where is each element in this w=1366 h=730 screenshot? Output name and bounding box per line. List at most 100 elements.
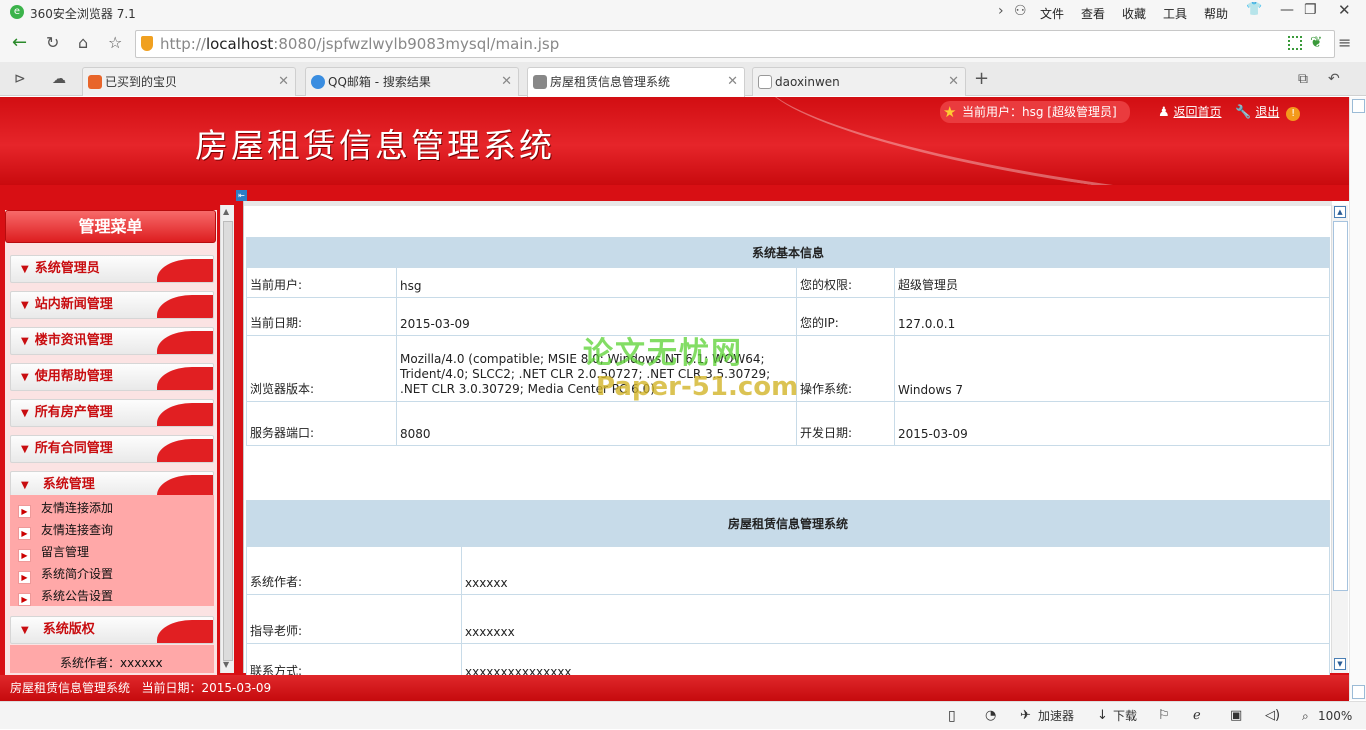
logout-link[interactable]: 退出 bbox=[1255, 105, 1279, 119]
home-icon[interactable]: ⌂ bbox=[78, 29, 88, 57]
scroll-down-icon[interactable]: ▼ bbox=[223, 660, 229, 669]
submenu-notice-settings[interactable]: ▶ 系统公告设置 bbox=[18, 586, 113, 606]
refresh-icon[interactable]: ↻ bbox=[46, 29, 59, 57]
browser-toolbar: ← ↻ ⌂ ☆ http://localhost:8080/jspfwzlwyl… bbox=[0, 26, 1366, 62]
url-host: localhost bbox=[205, 35, 274, 53]
maximize-button[interactable]: ❐ bbox=[1304, 2, 1317, 18]
star-icon[interactable]: ☆ bbox=[108, 29, 122, 57]
tab-rental-system[interactable]: 房屋租赁信息管理系统 ✕ bbox=[527, 67, 745, 97]
sidebar-item-label: 系统管理 bbox=[42, 477, 95, 492]
undo-close-icon[interactable]: ↶ bbox=[1328, 65, 1340, 93]
sidebar-item-news[interactable]: ▼ 站内新闻管理 bbox=[10, 291, 214, 319]
menu-help[interactable]: 帮助 bbox=[1204, 5, 1228, 22]
scroll-thumb[interactable] bbox=[223, 221, 233, 661]
sidebar-item-copyright[interactable]: ▼ 系统版权 bbox=[10, 616, 214, 644]
zoom-icon[interactable]: ⌕ bbox=[1302, 702, 1309, 730]
accelerator-label[interactable]: 加速器 bbox=[1038, 702, 1074, 730]
sidebar-item-property[interactable]: ▼ 所有房产管理 bbox=[10, 399, 214, 427]
download-icon[interactable]: ↓ bbox=[1097, 702, 1108, 730]
zoom-level[interactable]: 100% bbox=[1318, 702, 1352, 730]
triangle-down-icon: ▼ bbox=[21, 408, 29, 419]
scroll-thumb[interactable] bbox=[1352, 685, 1365, 699]
menu-favorites[interactable]: 收藏 bbox=[1122, 5, 1146, 22]
sidebar-item-contract[interactable]: ▼ 所有合同管理 bbox=[10, 435, 214, 463]
scroll-thumb[interactable] bbox=[1333, 221, 1348, 591]
leaf-icon[interactable]: ❦ bbox=[1310, 33, 1323, 51]
scroll-up-icon[interactable]: ▲ bbox=[1334, 206, 1346, 218]
google-icon bbox=[311, 75, 325, 89]
tab-label: QQ邮箱 - 搜索结果 bbox=[328, 75, 431, 89]
sidebar-item-help[interactable]: ▼ 使用帮助管理 bbox=[10, 363, 214, 391]
document-icon bbox=[758, 75, 772, 89]
close-tab-icon[interactable]: ✕ bbox=[948, 68, 959, 96]
current-user-label: 当前用户: bbox=[246, 267, 397, 298]
chevron-right-icon[interactable]: › bbox=[998, 3, 1004, 19]
system-info-table: 系统基本信息 当前用户: hsg 您的权限: 超级管理员 当前日期: 2015-… bbox=[246, 237, 1330, 446]
new-tab-icon[interactable]: + bbox=[974, 65, 989, 93]
sidebar-item-market[interactable]: ▼ 楼市资讯管理 bbox=[10, 327, 214, 355]
minimize-button[interactable]: — bbox=[1280, 2, 1294, 18]
menu-swoosh bbox=[157, 403, 213, 426]
mobile-icon[interactable]: ▯ bbox=[948, 702, 956, 730]
menu-swoosh bbox=[157, 439, 213, 462]
submenu-link-add[interactable]: ▶ 友情连接添加 bbox=[18, 498, 113, 518]
rights-value: 超级管理员 bbox=[894, 267, 1330, 298]
user-icon[interactable]: ⚇ bbox=[1014, 3, 1027, 19]
date-label: 当前日期: bbox=[246, 297, 397, 336]
ip-label: 您的IP: bbox=[796, 297, 895, 336]
browser-scrollbar[interactable] bbox=[1349, 97, 1366, 700]
tab-list-icon[interactable]: ⧉ bbox=[1298, 65, 1308, 93]
cloud-icon[interactable]: ☁ bbox=[52, 65, 66, 93]
menu-view[interactable]: 查看 bbox=[1081, 5, 1105, 22]
close-tab-icon[interactable]: ✕ bbox=[727, 68, 738, 96]
tab-daoxinwen[interactable]: daoxinwen ✕ bbox=[752, 67, 966, 96]
sidebar-item-admin[interactable]: ▼ 系统管理员 bbox=[10, 255, 214, 283]
menu-swoosh bbox=[157, 295, 213, 318]
shield-icon bbox=[141, 36, 153, 51]
content-scrollbar[interactable]: ▲ ▼ bbox=[1331, 205, 1348, 673]
tab-qqmail[interactable]: QQ邮箱 - 搜索结果 ✕ bbox=[305, 67, 519, 96]
download-label[interactable]: 下载 bbox=[1113, 702, 1137, 730]
site-footer: 房屋租赁信息管理系统 当前日期：2015-03-09 bbox=[0, 675, 1349, 701]
url-text: http://localhost:8080/jspfwzlwylb9083mys… bbox=[160, 35, 559, 53]
author-value: xxxxxx bbox=[461, 546, 1330, 595]
rocket-icon[interactable]: ✈ bbox=[1020, 702, 1031, 730]
back-icon[interactable]: ← bbox=[12, 29, 27, 57]
home-link[interactable]: 返回首页 bbox=[1173, 105, 1221, 119]
submenu-link-query[interactable]: ▶ 友情连接查询 bbox=[18, 520, 113, 540]
skin-icon[interactable]: 👕 bbox=[1246, 2, 1262, 17]
window-icon[interactable]: ▣ bbox=[1230, 702, 1242, 730]
sidebar-toggle-icon[interactable]: ⊳ bbox=[14, 65, 26, 93]
close-window-button[interactable]: ✕ bbox=[1338, 1, 1351, 19]
wrench-icon: 🔧 bbox=[1235, 105, 1252, 120]
watermark-url: Paper-51.com bbox=[596, 372, 798, 402]
submenu-messages[interactable]: ▶ 留言管理 bbox=[18, 542, 89, 562]
submenu-intro-settings[interactable]: ▶ 系统简介设置 bbox=[18, 564, 113, 584]
triangle-down-icon: ▼ bbox=[21, 625, 29, 636]
url-prefix: http:// bbox=[160, 35, 206, 53]
flag-icon[interactable]: ⚐ bbox=[1158, 702, 1170, 730]
scroll-thumb[interactable] bbox=[1352, 99, 1365, 113]
sidebar-scrollbar[interactable]: ▲ ▼ bbox=[220, 205, 234, 673]
about-title: 房屋租赁信息管理系统 bbox=[246, 500, 1330, 547]
speed-icon[interactable]: ◔ bbox=[985, 702, 996, 730]
menu-tools[interactable]: 工具 bbox=[1163, 5, 1187, 22]
qrcode-icon[interactable] bbox=[1288, 36, 1302, 50]
triangle-down-icon: ▼ bbox=[21, 336, 29, 347]
address-bar[interactable]: http://localhost:8080/jspfwzlwylb9083mys… bbox=[135, 30, 1335, 58]
close-tab-icon[interactable]: ✕ bbox=[501, 68, 512, 96]
sidebar-item-label: 楼市资讯管理 bbox=[34, 333, 113, 348]
tab-taobao[interactable]: 已买到的宝贝 ✕ bbox=[82, 67, 296, 96]
submenu-label: 系统公告设置 bbox=[41, 589, 114, 603]
close-tab-icon[interactable]: ✕ bbox=[278, 68, 289, 96]
collapse-sidebar-icon[interactable]: ⇤ bbox=[236, 190, 247, 201]
menu-file[interactable]: 文件 bbox=[1040, 5, 1064, 22]
ie-icon[interactable]: ℯ bbox=[1193, 702, 1201, 730]
submenu-label: 留言管理 bbox=[41, 545, 90, 559]
toolbar-menu-icon[interactable]: ≡ bbox=[1338, 29, 1351, 57]
content-top-strip bbox=[244, 201, 1332, 206]
star-badge-icon: ★ bbox=[943, 103, 957, 121]
scroll-down-icon[interactable]: ▼ bbox=[1334, 658, 1346, 670]
scroll-up-icon[interactable]: ▲ bbox=[223, 207, 229, 216]
volume-icon[interactable]: ◁) bbox=[1265, 702, 1280, 730]
